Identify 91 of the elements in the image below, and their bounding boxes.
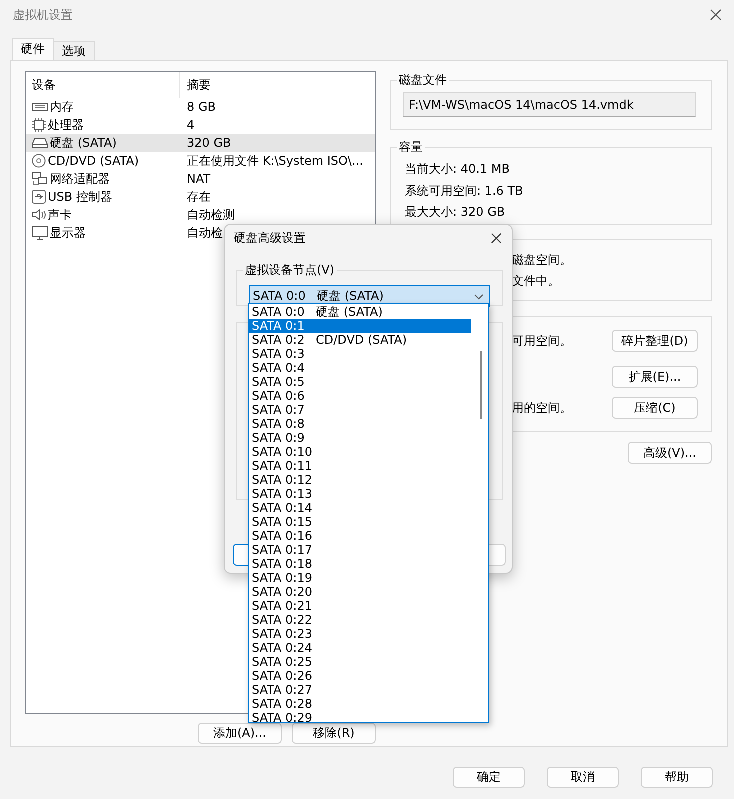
speaker-icon [32,208,46,222]
dropdown-option[interactable]: SATA 0:29 [249,711,471,725]
dropdown-option[interactable]: SATA 0:13 [249,487,471,501]
device-summary: 正在使用文件 K:\System ISO\... [186,152,364,170]
device-name: 显示器 [50,224,86,242]
close-icon[interactable] [491,232,502,244]
chevron-icon [474,294,484,300]
dropdown-option[interactable]: SATA 0:1 [249,319,471,333]
device-name: 处理器 [48,116,84,134]
dropdown-option[interactable]: SATA 0:0 硬盘 (SATA) [249,305,471,319]
device-name: CD/DVD (SATA) [48,154,140,168]
dropdown-option[interactable]: SATA 0:17 [249,543,471,557]
action-button[interactable]: 扩展(E)... [612,366,698,388]
dropdown-option[interactable]: SATA 0:28 [249,697,471,711]
description-text: 用的空间。 [512,400,572,416]
device-name: 网络适配器 [50,170,110,188]
device-summary: 自动检 [186,224,223,242]
dialog-title: 硬盘高级设置 [234,230,306,246]
disc-icon [32,154,46,168]
action-button[interactable]: 压缩(C) [612,397,698,419]
capacity-text: 系统可用空间: 1.6 TB [404,182,524,200]
device-name: 内存 [50,98,74,116]
dropdown-option[interactable]: SATA 0:7 [249,403,471,417]
dropdown-option[interactable]: SATA 0:5 [249,375,471,389]
dropdown-option[interactable]: SATA 0:18 [249,557,471,571]
dropdown-option[interactable]: SATA 0:11 [249,459,471,473]
device-summary: 自动检测 [186,206,235,224]
window-title: 虚拟机设置 [13,6,73,24]
description-text: 磁盘空间。 [512,252,573,269]
dropdown-option[interactable]: SATA 0:24 [249,641,471,655]
device-summary: NAT [186,172,211,186]
dropdown-option[interactable]: SATA 0:19 [249,571,471,585]
dialog-button[interactable]: 取消 [547,767,619,788]
dropdown-option[interactable]: SATA 0:15 [249,515,471,529]
dropdown-option[interactable]: SATA 0:8 [249,417,471,431]
list-button[interactable]: 添加(A)... [198,723,282,744]
tab[interactable]: 硬件 [12,38,54,60]
device-name: USB 控制器 [48,188,112,206]
dropdown-option[interactable]: SATA 0:2 CD/DVD (SATA) [249,333,471,347]
device-row[interactable]: USB 控制器 存在 [26,188,375,206]
device-row[interactable]: 处理器 4 [26,116,375,134]
device-summary: 8 GB [186,100,216,114]
description-text: 可用空间。 [512,332,572,350]
dropdown-option[interactable]: SATA 0:25 [249,655,471,669]
dropdown-option[interactable]: SATA 0:20 [249,585,471,599]
dropdown-option[interactable]: SATA 0:16 [249,529,471,543]
column-header[interactable]: 设备 [26,72,180,98]
device-summary: 存在 [186,188,211,206]
column-header[interactable]: 摘要 [180,72,211,98]
device-row[interactable]: 硬盘 (SATA) 320 GB [26,134,375,152]
dropdown-option[interactable]: SATA 0:23 [249,627,471,641]
chip-icon [32,118,46,132]
close-icon[interactable] [710,9,722,21]
dropdown-option[interactable]: SATA 0:12 [249,473,471,487]
dropdown-option[interactable]: SATA 0:26 [249,669,471,683]
dropdown-option[interactable]: SATA 0:9 [249,431,471,445]
capacity-text: 当前大小: 40.1 MB [404,161,511,178]
dialog-button[interactable]: 帮助 [641,767,713,788]
device-name: 硬盘 (SATA) [50,134,117,152]
dropdown-option[interactable]: SATA 0:21 [249,599,471,613]
scrollbar-thumb[interactable] [480,351,482,419]
group-title: 容量 [398,139,424,156]
dropdown-option[interactable]: SATA 0:22 [249,613,471,627]
group-title: 虚拟设备节点(V) [244,262,336,279]
network-icon [32,172,48,186]
drive-icon [32,137,48,149]
advanced-button[interactable]: 高级(V)... [628,442,712,464]
dropdown-option[interactable]: SATA 0:27 [249,683,471,697]
description-text: 文件中。 [512,273,561,290]
action-button[interactable]: 碎片整理(D) [612,330,698,352]
device-row[interactable]: 网络适配器 NAT [26,170,375,188]
group-title: 磁盘文件 [398,72,448,89]
list-button[interactable]: 移除(R) [292,723,376,744]
path-field[interactable]: F:\VM-WS\macOS 14\macOS 14.vmdk [403,92,696,117]
dialog-button[interactable]: 确定 [453,767,525,788]
tab[interactable]: 选项 [53,41,95,60]
device-summary: 4 [186,118,195,132]
monitor-icon [32,226,48,240]
dropdown-option[interactable]: SATA 0:4 [249,361,471,375]
device-name: 声卡 [48,206,72,224]
dropdown-option[interactable]: SATA 0:10 [249,445,471,459]
dropdown-option[interactable]: SATA 0:3 [249,347,471,361]
device-row[interactable]: 内存 8 GB [26,98,375,116]
capacity-text: 最大大小: 320 GB [404,204,506,222]
device-summary: 320 GB [186,136,232,150]
device-row[interactable]: 声卡 自动检测 [26,206,375,224]
dropdown-option[interactable]: SATA 0:14 [249,501,471,515]
device-row[interactable]: CD/DVD (SATA) 正在使用文件 K:\System ISO\... [26,152,375,170]
usb-icon [32,190,46,204]
dropdown-option[interactable]: SATA 0:6 [249,389,471,403]
memory-icon [32,101,48,113]
